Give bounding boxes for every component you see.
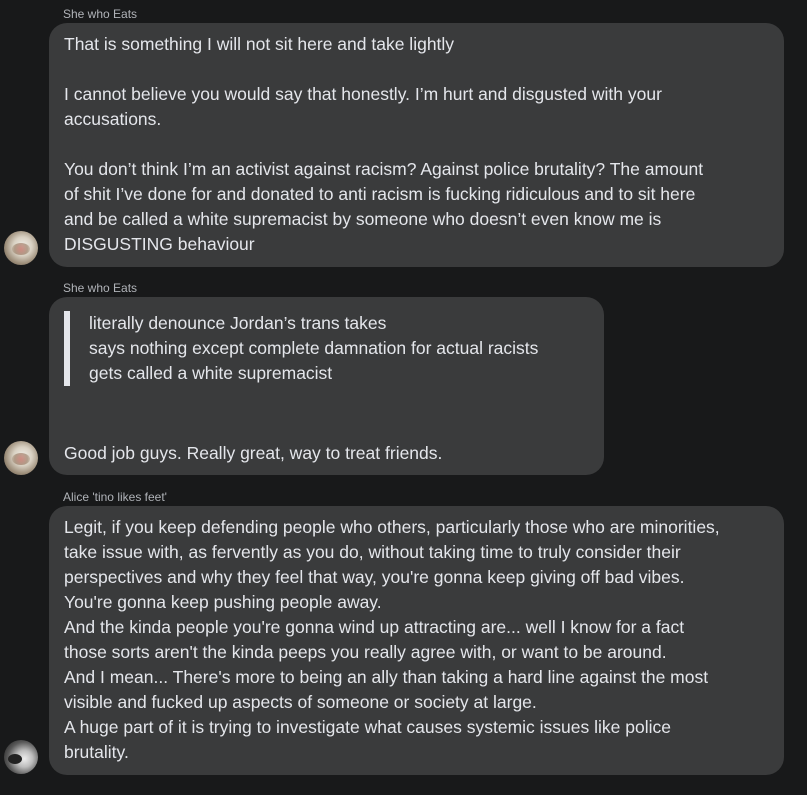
message-bubble[interactable]: That is something I will not sit here an… [49, 23, 784, 267]
sender-avatar[interactable] [4, 441, 38, 475]
message-bubble[interactable]: Legit, if you keep defending people who … [49, 506, 784, 775]
message-line: accusations. [64, 109, 162, 129]
message-sender-name: She who Eats [63, 7, 138, 21]
message-line: You're gonna keep pushing people away. [64, 592, 382, 612]
message-line: I cannot believe you would say that hone… [64, 84, 662, 104]
message-line: And the kinda people you're gonna wind u… [64, 617, 685, 637]
message-line: those sorts aren't the kinda peeps you r… [64, 642, 667, 662]
message-bubble[interactable]: literally denounce Jordan’s trans takes … [49, 297, 604, 475]
message-line: Legit, if you keep defending people who … [64, 517, 720, 537]
quote-line: literally denounce Jordan’s trans takes [89, 313, 387, 333]
message-blank-line [64, 57, 769, 82]
quote-line: gets called a white supremacist [89, 363, 333, 383]
message-line: perspectives and why they feel that way,… [64, 567, 685, 587]
message-line: take issue with, as fervently as you do,… [64, 542, 681, 562]
quoted-text-block: literally denounce Jordan’s trans takes … [64, 311, 589, 386]
message-line: of shit I’ve done for and donated to ant… [64, 184, 696, 204]
message-line: and be called a white supremacist by som… [64, 209, 662, 229]
message-line: A huge part of it is trying to investiga… [64, 717, 671, 737]
message-line: You don’t think I’m an activist against … [64, 159, 704, 179]
message-line: visible and fucked up aspects of someone… [64, 692, 537, 712]
sender-avatar[interactable] [4, 740, 38, 774]
message-line: That is something I will not sit here an… [64, 34, 455, 54]
quote-line: says nothing except complete damnation f… [89, 338, 539, 358]
message-line: brutality. [64, 742, 129, 762]
message-sender-name: She who Eats [63, 281, 138, 295]
message-sender-name: Alice 'tino likes feet' [63, 490, 167, 504]
message-blank-line [64, 132, 769, 157]
message-line: DISGUSTING behaviour [64, 234, 255, 254]
message-line: Good job guys. Really great, way to trea… [64, 443, 443, 463]
message-line: And I mean... There's more to being an a… [64, 667, 709, 687]
sender-avatar[interactable] [4, 231, 38, 265]
